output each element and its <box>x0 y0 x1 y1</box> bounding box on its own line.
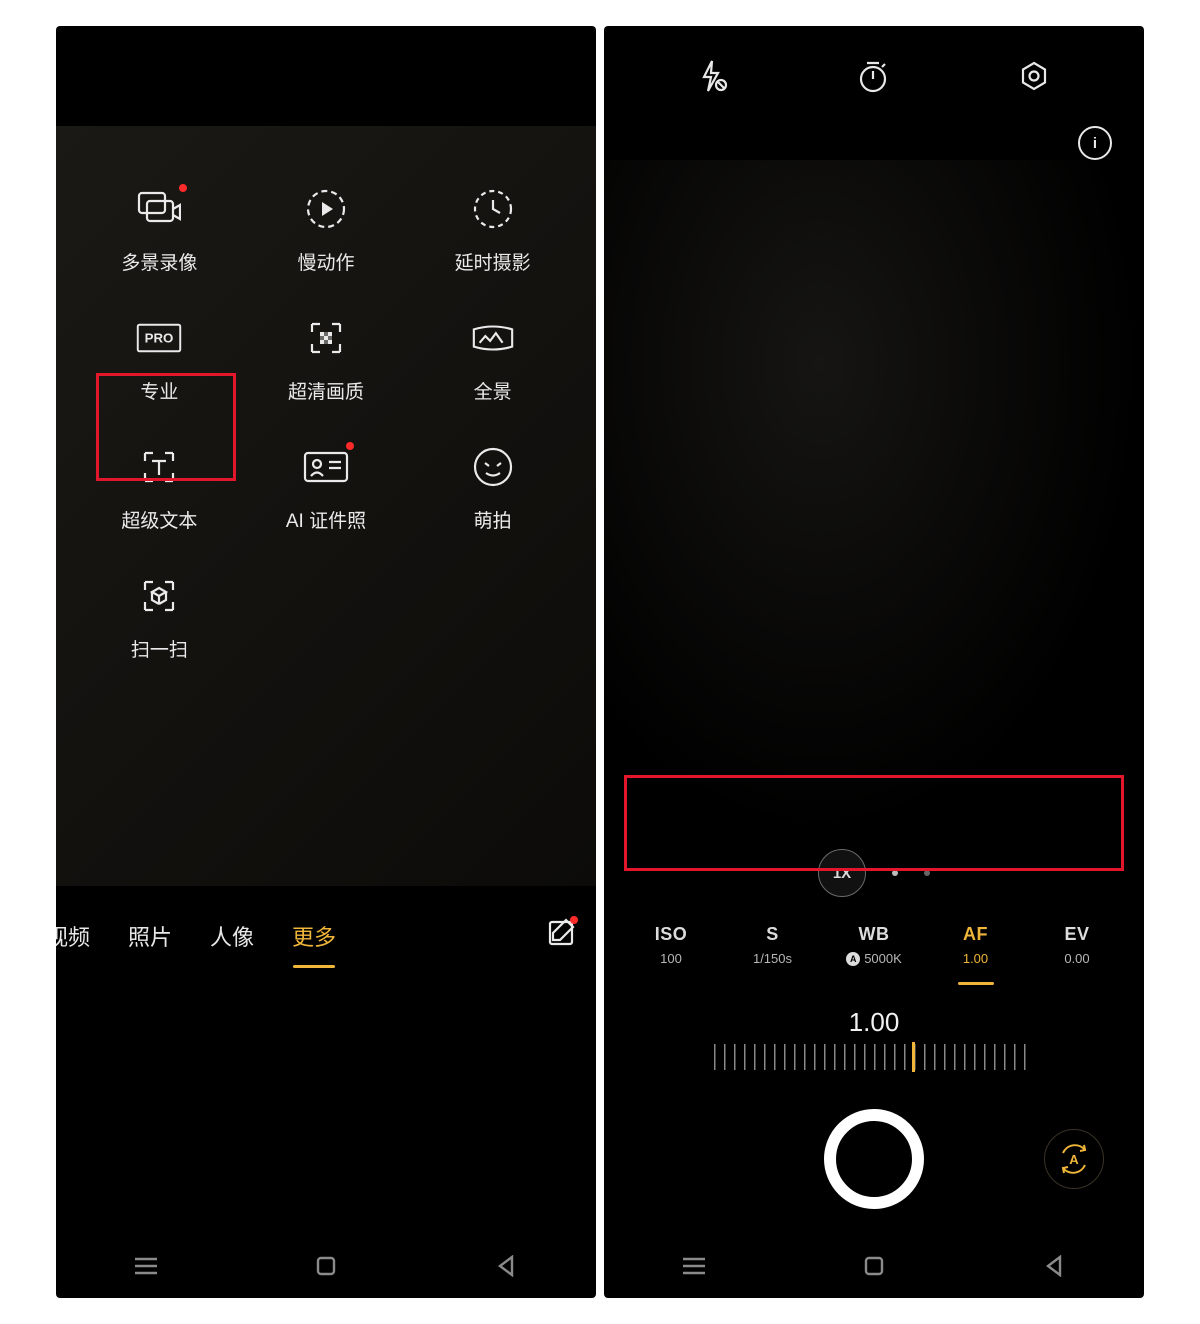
mode-multi-record[interactable]: 多景录像 <box>89 186 229 275</box>
supertext-icon <box>136 444 182 490</box>
param-value: 1.00 <box>963 951 988 966</box>
param-wb[interactable]: WB A 5000K <box>829 924 919 966</box>
phone-screen-right: i 1X ISO 100 S 1/150s WB A 5000K <box>604 26 1144 1298</box>
mode-grid: 多景录像 慢动作 <box>56 126 596 662</box>
mode-label: 多景录像 <box>121 248 197 275</box>
cutecam-icon <box>470 444 516 490</box>
flash-off-button[interactable] <box>698 59 728 98</box>
edit-modes-button[interactable] <box>546 918 576 954</box>
nav-home-button[interactable] <box>306 1246 346 1286</box>
mode-label: 萌拍 <box>474 506 512 533</box>
nav-home-button[interactable] <box>854 1246 894 1286</box>
mode-hires[interactable]: 超清画质 <box>256 315 396 404</box>
af-slider[interactable] <box>604 1044 1144 1084</box>
nav-recents-button[interactable] <box>126 1246 166 1286</box>
param-value: A 5000K <box>846 951 902 966</box>
mode-supertext[interactable]: 超级文本 <box>89 444 229 533</box>
param-name: S <box>766 924 779 945</box>
top-toolbar <box>604 26 1144 116</box>
viewfinder[interactable] <box>604 160 1144 838</box>
idphoto-icon <box>303 444 349 490</box>
timelapse-icon <box>470 186 516 232</box>
info-label: i <box>1093 135 1097 152</box>
auto-badge-icon: A <box>846 952 860 966</box>
nav-back-button[interactable] <box>1034 1246 1074 1286</box>
info-button[interactable]: i <box>1078 126 1112 160</box>
param-name: WB <box>859 924 890 945</box>
new-dot-icon <box>346 442 354 450</box>
shutter-row: A <box>604 1084 1144 1234</box>
param-iso[interactable]: ISO 100 <box>626 924 716 966</box>
tab-photo[interactable]: 照片 <box>124 914 176 958</box>
mode-label: 慢动作 <box>297 248 354 275</box>
pro-icon: PRO <box>136 315 182 361</box>
param-name: ISO <box>655 924 688 945</box>
param-ev[interactable]: EV 0.00 <box>1032 924 1122 966</box>
af-value-display: 1.00 <box>604 1003 1144 1044</box>
mode-label: AI 证件照 <box>286 506 366 533</box>
param-name: AF <box>963 924 988 945</box>
param-value: 1/150s <box>753 951 792 966</box>
tab-video[interactable]: 视频 <box>56 914 94 958</box>
mode-idphoto[interactable]: AI 证件照 <box>256 444 396 533</box>
zoom-dot-icon[interactable] <box>892 870 898 876</box>
pano-icon <box>470 315 516 361</box>
zoom-1x-button[interactable]: 1X <box>818 849 866 897</box>
mode-label: 超级文本 <box>121 506 197 533</box>
info-row: i <box>604 116 1144 160</box>
mode-label: 专业 <box>140 377 178 404</box>
settings-button[interactable] <box>1018 60 1050 97</box>
mode-tabs: 视频 照片 人像 更多 <box>56 886 596 986</box>
zoom-dot-icon[interactable] <box>924 870 930 876</box>
mode-label: 超清画质 <box>288 377 364 404</box>
multi-record-icon <box>136 186 182 232</box>
mode-label: 延时摄影 <box>455 248 531 275</box>
param-shutter[interactable]: S 1/150s <box>728 924 818 966</box>
mode-cutecam[interactable]: 萌拍 <box>423 444 563 533</box>
viewfinder: 多景录像 慢动作 <box>56 126 596 886</box>
mode-pano[interactable]: 全景 <box>423 315 563 404</box>
android-navbar <box>604 1234 1144 1298</box>
mode-label: 扫一扫 <box>131 635 188 662</box>
android-navbar <box>56 1234 596 1298</box>
hires-icon <box>303 315 349 361</box>
pro-params-row: ISO 100 S 1/150s WB A 5000K AF 1.00 EV 0… <box>604 908 1144 1003</box>
phone-screen-left: 多景录像 慢动作 <box>56 26 596 1298</box>
nav-back-button[interactable] <box>486 1246 526 1286</box>
param-name: EV <box>1064 924 1089 945</box>
ruler-ticks-icon <box>714 1044 1034 1070</box>
mode-label: 全景 <box>474 377 512 404</box>
zoom-row: 1X <box>604 838 1144 908</box>
slowmo-icon <box>303 186 349 232</box>
param-value: 100 <box>660 951 682 966</box>
tab-portrait[interactable]: 人像 <box>206 914 258 958</box>
nav-recents-button[interactable] <box>674 1246 714 1286</box>
new-dot-icon <box>179 184 187 192</box>
mode-pro[interactable]: PRO 专业 <box>89 315 229 404</box>
param-value: 0.00 <box>1064 951 1089 966</box>
auto-toggle-button[interactable]: A <box>1044 1129 1104 1189</box>
svg-text:A: A <box>1069 1152 1079 1167</box>
mode-scan[interactable]: 扫一扫 <box>89 573 229 662</box>
param-af[interactable]: AF 1.00 <box>931 924 1021 985</box>
timer-button[interactable] <box>857 59 889 98</box>
mode-timelapse[interactable]: 延时摄影 <box>423 186 563 275</box>
new-dot-icon <box>570 916 578 924</box>
tab-more[interactable]: 更多 <box>288 914 340 958</box>
mode-slowmo[interactable]: 慢动作 <box>256 186 396 275</box>
scan-icon <box>136 573 182 619</box>
shutter-button[interactable] <box>824 1109 924 1209</box>
svg-text:PRO: PRO <box>145 330 174 345</box>
